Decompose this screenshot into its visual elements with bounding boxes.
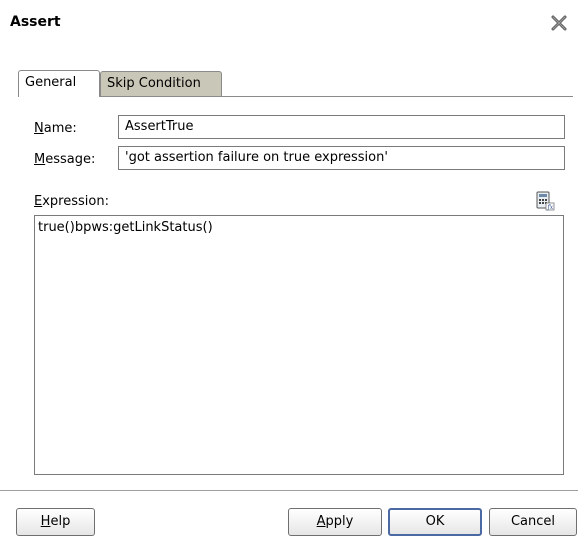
footer-separator (0, 490, 578, 491)
message-field[interactable]: 'got assertion failure on true expressio… (118, 146, 565, 170)
ok-button[interactable]: OK (388, 508, 482, 536)
tab-general[interactable]: General (18, 70, 100, 97)
help-button[interactable]: Help (16, 508, 95, 536)
tab-strip: General Skip Condition (18, 70, 228, 97)
tab-panel-border (18, 96, 573, 97)
apply-button[interactable]: Apply (288, 508, 382, 536)
expression-label: Expression: (34, 194, 109, 209)
svg-text:fx: fx (547, 204, 554, 211)
tab-skip-condition[interactable]: Skip Condition (100, 71, 222, 97)
message-label: Message: (34, 152, 96, 167)
name-field[interactable]: AssertTrue (118, 115, 565, 139)
tab-skip-condition-label: Skip Condition (107, 76, 201, 91)
name-label: Name: (34, 121, 77, 136)
expression-builder-icon[interactable]: fx (535, 191, 555, 211)
tab-general-label: General (25, 75, 77, 90)
close-icon[interactable] (550, 14, 568, 32)
cancel-button[interactable]: Cancel (489, 508, 577, 536)
dialog-title: Assert (10, 14, 61, 30)
expression-textarea[interactable]: true()bpws:getLinkStatus() (34, 215, 564, 475)
